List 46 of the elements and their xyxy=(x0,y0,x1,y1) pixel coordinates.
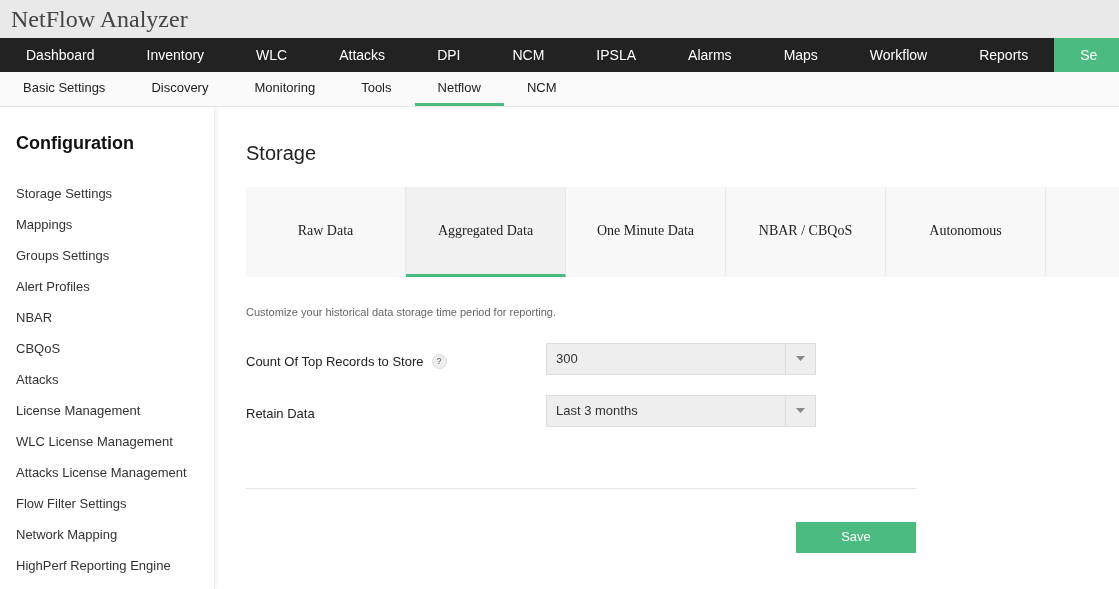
sidebar-item[interactable]: NBAR xyxy=(16,308,214,327)
sub-nav-tab[interactable]: Basic Settings xyxy=(0,72,129,106)
storage-tab[interactable]: Autonomous xyxy=(886,187,1046,277)
storage-tab[interactable]: NBAR / CBQoS xyxy=(726,187,886,277)
sidebar-item[interactable]: Alert Profiles xyxy=(16,277,214,296)
sub-nav-tab[interactable]: Discovery xyxy=(128,72,232,106)
help-icon[interactable]: ? xyxy=(431,354,447,369)
nav-tab[interactable]: Maps xyxy=(757,38,844,72)
sub-nav-tab[interactable]: Tools xyxy=(338,72,415,106)
nav-tab[interactable]: Attacks xyxy=(313,38,412,72)
nav-tab[interactable]: Dashboard xyxy=(0,38,121,72)
nav-tab[interactable]: Reports xyxy=(953,38,1055,72)
dropdown[interactable]: Last 3 months xyxy=(546,394,816,427)
nav-tab[interactable]: DPI xyxy=(411,38,487,72)
sidebar-item[interactable]: Flow Filter Settings xyxy=(16,494,214,513)
sidebar-item[interactable]: Network Mapping xyxy=(16,525,214,544)
sub-nav-tab[interactable]: Monitoring xyxy=(231,72,339,106)
sidebar-item[interactable]: Mappings xyxy=(16,215,214,234)
sidebar-item[interactable]: CBQoS xyxy=(16,339,214,358)
sidebar-item[interactable]: WLC License Management xyxy=(16,432,214,451)
nav-tab[interactable]: Inventory xyxy=(120,38,231,72)
sidebar-item[interactable]: License Management xyxy=(16,401,214,420)
field-label: Retain Data xyxy=(246,404,315,423)
storage-tab[interactable]: Aggregated Data xyxy=(406,187,566,277)
nav-tab[interactable]: Workflow xyxy=(843,38,954,72)
description-text: Customize your historical data storage time period for reporting. xyxy=(246,305,557,320)
nav-tab[interactable]: IPSLA xyxy=(570,38,663,72)
nav-tab[interactable]: Alarms xyxy=(662,38,758,72)
sidebar-item[interactable]: Storage Settings xyxy=(16,184,214,203)
app-title: NetFlow Analyzer xyxy=(11,5,188,34)
sidebar-title: Configuration xyxy=(16,132,135,155)
field-label: Count Of Top Records to Store xyxy=(246,352,424,371)
caret-icon xyxy=(796,408,805,413)
nav-tab[interactable]: NCM xyxy=(486,38,571,72)
sidebar-item[interactable]: Groups Settings xyxy=(16,246,214,265)
sub-nav-tab[interactable]: Netflow xyxy=(414,72,504,106)
sidebar-item[interactable]: Attacks xyxy=(16,370,214,389)
page-title: Storage xyxy=(246,141,318,166)
dropdown[interactable]: 300 xyxy=(546,342,816,375)
sidebar-item[interactable]: Attacks License Management xyxy=(16,463,214,482)
sidebar-item[interactable]: HighPerf Reporting Engine xyxy=(16,556,214,575)
sub-nav-tab[interactable]: NCM xyxy=(503,72,580,106)
nav-tab[interactable]: WLC xyxy=(230,38,314,72)
storage-tab[interactable]: One Minute Data xyxy=(566,187,726,277)
caret-icon xyxy=(796,356,805,361)
storage-tab[interactable]: Raw Data xyxy=(246,187,406,277)
